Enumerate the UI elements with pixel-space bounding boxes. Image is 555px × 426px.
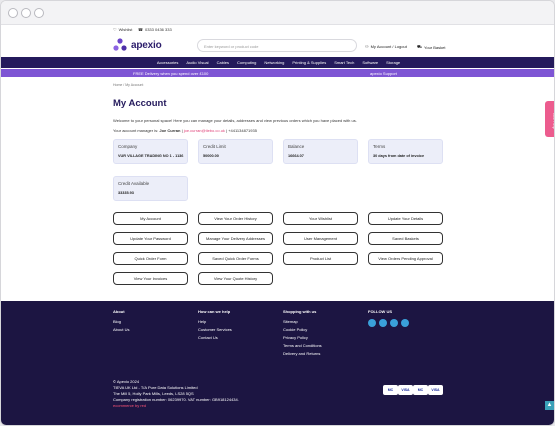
footer-link[interactable]: Contact Us (198, 335, 232, 340)
my-account-button[interactable]: My Account (113, 212, 188, 225)
site-header: apexio Enter keyword or product code ⚇ M… (1, 35, 554, 57)
top-bar: ♡ Wishlist ☎ 0333 0436 333 (1, 25, 554, 35)
wishlist-button[interactable]: Your Wishlist (283, 212, 358, 225)
visa-icon: VISA (398, 385, 413, 395)
delivery-addresses-button[interactable]: Manage Your Delivery Addresses (198, 232, 273, 245)
nav-item-storage[interactable]: Storage (382, 57, 404, 68)
footer-follow: FOLLOW US (368, 309, 409, 327)
logo[interactable]: apexio (113, 38, 162, 52)
account-manager: Your account manager is: Joe Curran | jo… (113, 128, 257, 133)
footer-link[interactable]: Help (198, 319, 232, 324)
footer-help: How can we help Help Customer Services C… (198, 309, 232, 340)
invoices-button[interactable]: View Your Invoices (113, 272, 188, 285)
footer-link[interactable]: Blog (113, 319, 129, 324)
window-control-icon[interactable] (8, 8, 18, 18)
footer-link[interactable]: Delivery and Returns (283, 351, 322, 356)
nav-item-accessories[interactable]: Accessories (153, 57, 183, 68)
saved-baskets-button[interactable]: Saved Baskets (368, 232, 443, 245)
heart-icon: ♡ (113, 27, 117, 32)
visa-debit-icon: VISA (428, 385, 443, 395)
nav-item-printing[interactable]: Printing & Supplies (288, 57, 330, 68)
nav-item-cables[interactable]: Cables (213, 57, 233, 68)
user-management-button[interactable]: User Management (283, 232, 358, 245)
footer-about: About Blog About Us (113, 309, 130, 332)
info-card-credit-available: Credit Available 33335.93 (113, 176, 188, 201)
nav-item-computing[interactable]: Computing (233, 57, 260, 68)
footer-link[interactable]: Terms and Conditions (283, 343, 322, 348)
manager-phone: +441134871935 (228, 128, 257, 133)
window-chrome (1, 1, 554, 25)
pending-approval-button[interactable]: View Orders Pending Approval (368, 252, 443, 265)
linkedin-icon[interactable] (368, 319, 376, 327)
product-list-button[interactable]: Product List (283, 252, 358, 265)
quote-history-button[interactable]: View Your Quote History (198, 272, 273, 285)
basket-link[interactable]: ⛟ Your Basket (417, 44, 445, 50)
info-card-credit-limit: Credit Limit 50000.00 (198, 139, 273, 164)
social-links (368, 319, 409, 327)
browser-window: ♡ Wishlist ☎ 0333 0436 333 apexio Enter … (0, 0, 555, 426)
window-control-icon[interactable] (34, 8, 44, 18)
page-intro: Welcome to your personal space! Here you… (113, 118, 357, 123)
facebook-icon[interactable] (401, 319, 409, 327)
saved-quick-order-forms-button[interactable]: Saved Quick Order Forms (198, 252, 273, 265)
footer-link[interactable]: Cookie Policy (283, 327, 322, 332)
search-input[interactable]: Enter keyword or product code (197, 39, 357, 52)
order-history-button[interactable]: View Your Order History (198, 212, 273, 225)
live-help-tab[interactable]: Live Help (545, 101, 554, 137)
nav-item-smart-tech[interactable]: Smart Tech (330, 57, 358, 68)
user-icon: ⚇ (365, 44, 369, 49)
info-card-terms: Terms 30 days from date of invoice (368, 139, 443, 164)
footer-link[interactable]: Customer Services (198, 327, 232, 332)
footer-link[interactable]: Sitemap (283, 319, 322, 324)
phone-link[interactable]: ☎ 0333 0436 333 (138, 27, 172, 32)
support-link[interactable]: apexio Support (370, 71, 397, 76)
breadcrumb[interactable]: Home / My Account (113, 83, 143, 87)
footer-shopping: Shopping with us Sitemap Cookie Policy P… (283, 309, 322, 356)
main-nav: Accessories Audio Visual Cables Computin… (1, 57, 554, 68)
instagram-icon[interactable] (390, 319, 398, 327)
promo-delivery: FREE Delivery when you spend over £100 (133, 71, 209, 76)
nav-item-networking[interactable]: Networking (260, 57, 288, 68)
wishlist-link[interactable]: ♡ Wishlist (113, 27, 132, 32)
update-details-button[interactable]: Update Your Details (368, 212, 443, 225)
nav-item-audio-visual[interactable]: Audio Visual (182, 57, 212, 68)
footer-link[interactable]: Privacy Policy (283, 335, 322, 340)
manager-email[interactable]: joe.curran@tiebo.co.uk (184, 128, 225, 133)
back-to-top-icon[interactable]: ▲ (545, 401, 554, 410)
window-control-icon[interactable] (21, 8, 31, 18)
phone-icon: ☎ (138, 27, 143, 32)
info-card-company: Company VUR VILLAGE TRADING NO 1 - 1136 (113, 139, 188, 164)
basket-icon: ⛟ (417, 44, 423, 49)
page-title: My Account (113, 98, 167, 109)
mastercard-icon: MC (383, 385, 398, 395)
youtube-icon[interactable] (379, 319, 387, 327)
nav-item-software[interactable]: Software (358, 57, 382, 68)
account-link[interactable]: ⚇ My Account / Logout (365, 44, 407, 49)
footer-link[interactable]: About Us (113, 327, 129, 332)
site-footer: About Blog About Us How can we help Help… (1, 301, 554, 425)
promo-content: FREE Delivery when you spend over £100 a… (113, 69, 443, 77)
manager-name: Joe Curran (159, 128, 181, 133)
info-card-balance: Balance 16664.07 (283, 139, 358, 164)
ecommerce-credit[interactable]: ecommerce by red (113, 403, 239, 409)
update-password-button[interactable]: Update Your Password (113, 232, 188, 245)
logo-mark-icon (113, 38, 127, 51)
quick-order-form-button[interactable]: Quick Order Form (113, 252, 188, 265)
maestro-icon: MC (413, 385, 428, 395)
footer-legal: © Apexio 2024 TIEVA UK Ltd - T/A Pure Da… (113, 379, 239, 409)
